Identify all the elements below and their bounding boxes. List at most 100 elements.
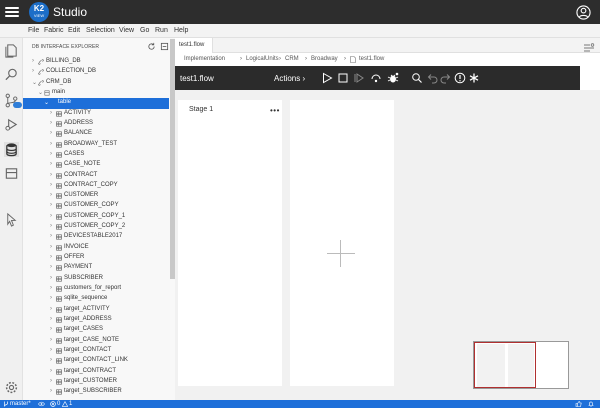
- breadcrumb-crm[interactable]: CRM: [285, 56, 299, 62]
- tree-item[interactable]: › target_CASE_NOTE: [23, 336, 169, 346]
- breadcrumb-broadway[interactable]: Broadway: [311, 56, 338, 62]
- breadcrumb-logicalunits[interactable]: LogicalUnits: [246, 56, 279, 62]
- chevron-down-icon[interactable]: ⌄: [44, 99, 49, 106]
- tree-item[interactable]: ⌄ main: [23, 88, 169, 98]
- chevron-right-icon[interactable]: ›: [50, 295, 52, 301]
- run-icon[interactable]: [321, 72, 333, 84]
- refresh-icon[interactable]: [147, 42, 156, 51]
- stop-icon[interactable]: [337, 72, 349, 84]
- tree-item[interactable]: › INVOICE: [23, 243, 169, 253]
- pointer-icon[interactable]: [4, 212, 19, 227]
- chevron-right-icon[interactable]: ›: [50, 244, 52, 250]
- asterisk-icon[interactable]: [468, 72, 480, 84]
- tree-item[interactable]: › CASES: [23, 150, 169, 160]
- menu-go[interactable]: Go: [140, 27, 149, 34]
- tree-item[interactable]: › CONTRACT_COPY: [23, 181, 169, 191]
- tree-item[interactable]: › target_CONTACT_LINK: [23, 356, 169, 366]
- step-over-icon[interactable]: [370, 72, 382, 84]
- minimap-viewport[interactable]: [474, 342, 536, 388]
- tree-item[interactable]: › BALANCE: [23, 129, 169, 139]
- tab-test1-flow[interactable]: test1.flow: [175, 38, 213, 53]
- menu-edit[interactable]: Edit: [68, 27, 80, 34]
- chevron-right-icon[interactable]: ›: [50, 110, 52, 116]
- files-icon[interactable]: [4, 43, 19, 58]
- error-count[interactable]: 0: [57, 400, 60, 408]
- search-icon[interactable]: [4, 67, 19, 82]
- branch-name[interactable]: master*: [10, 400, 31, 408]
- zoom-search-icon[interactable]: [411, 72, 423, 84]
- warning-icon[interactable]: [62, 401, 68, 407]
- menu-help[interactable]: Help: [174, 27, 188, 34]
- tree-item[interactable]: ⌄ table: [23, 98, 169, 109]
- chevron-right-icon[interactable]: ›: [32, 68, 34, 74]
- feedback-icon[interactable]: [575, 401, 582, 407]
- tree-item[interactable]: › target_SUBSCRIBER: [23, 387, 169, 397]
- chevron-right-icon[interactable]: ›: [50, 368, 52, 374]
- tree-item[interactable]: › target_CONTACT: [23, 346, 169, 356]
- chevron-right-icon[interactable]: ›: [50, 120, 52, 126]
- tree-item[interactable]: › CUSTOMER_COPY: [23, 201, 169, 211]
- tree-item[interactable]: › CASE_NOTE: [23, 160, 169, 170]
- chevron-right-icon[interactable]: ›: [50, 275, 52, 281]
- chevron-right-icon[interactable]: ›: [32, 58, 34, 64]
- chevron-down-icon[interactable]: ⌄: [38, 89, 43, 96]
- undo-icon[interactable]: [426, 72, 438, 84]
- collapse-all-icon[interactable]: [160, 42, 169, 51]
- tree-item[interactable]: › CONTRACT: [23, 171, 169, 181]
- notifications-bell-icon[interactable]: [588, 401, 594, 407]
- tree-item[interactable]: › ADDRESS: [23, 119, 169, 129]
- hamburger-menu-icon[interactable]: [5, 5, 19, 19]
- settings-gear-icon[interactable]: [4, 380, 19, 395]
- user-account-icon[interactable]: [576, 5, 591, 20]
- tree-item[interactable]: › sqlite_sequence: [23, 294, 169, 304]
- info-icon[interactable]: [454, 72, 466, 84]
- tree-item[interactable]: › target_CONTRACT: [23, 367, 169, 377]
- menu-file[interactable]: File: [28, 27, 39, 34]
- tree-item[interactable]: › DEVICESTABLE2017: [23, 232, 169, 242]
- chevron-right-icon[interactable]: ›: [50, 285, 52, 291]
- actions-button[interactable]: Actions ›: [274, 74, 305, 83]
- stage-title[interactable]: Stage 1: [189, 106, 213, 113]
- extensions-icon[interactable]: [4, 166, 19, 181]
- tree-item[interactable]: › target_CUSTOMER: [23, 377, 169, 387]
- step-icon[interactable]: [353, 72, 365, 84]
- chevron-right-icon[interactable]: ›: [50, 141, 52, 147]
- tree-item[interactable]: › CUSTOMER_COPY_2: [23, 222, 169, 232]
- chevron-right-icon[interactable]: ›: [50, 316, 52, 322]
- chevron-right-icon[interactable]: ›: [50, 213, 52, 219]
- chevron-right-icon[interactable]: ›: [50, 182, 52, 188]
- tree-item[interactable]: › BROADWAY_TEST: [23, 140, 169, 150]
- chevron-right-icon[interactable]: ›: [50, 337, 52, 343]
- tree-item[interactable]: › BILLING_DB: [23, 57, 169, 67]
- chevron-right-icon[interactable]: ›: [50, 130, 52, 136]
- eye-icon[interactable]: [38, 401, 45, 407]
- chevron-right-icon[interactable]: ›: [50, 347, 52, 353]
- chevron-down-icon[interactable]: ⌄: [32, 79, 37, 86]
- tree-item[interactable]: › target_ADDRESS: [23, 315, 169, 325]
- tree-item[interactable]: › SUBSCRIBER: [23, 274, 169, 284]
- add-stage-plus-icon[interactable]: [327, 253, 355, 254]
- menu-selection[interactable]: Selection: [86, 27, 115, 34]
- tree-item[interactable]: › ACTIVITY: [23, 109, 169, 119]
- chevron-right-icon[interactable]: ›: [50, 151, 52, 157]
- tree-item[interactable]: › target_ACTIVITY: [23, 305, 169, 315]
- breadcrumb-implementation[interactable]: Implementation: [184, 56, 225, 62]
- tree-item[interactable]: › CUSTOMER: [23, 191, 169, 201]
- chevron-right-icon[interactable]: ›: [50, 306, 52, 312]
- warning-count[interactable]: 1: [69, 400, 72, 408]
- chevron-right-icon[interactable]: ›: [50, 223, 52, 229]
- breadcrumb-file[interactable]: test1.flow: [359, 56, 384, 62]
- stage-menu-icon[interactable]: •••: [270, 106, 280, 115]
- chevron-right-icon[interactable]: ›: [50, 161, 52, 167]
- error-icon[interactable]: [50, 401, 56, 407]
- tree-item[interactable]: ⌄ CRM_DB: [23, 78, 169, 88]
- debug-icon[interactable]: [387, 72, 399, 84]
- database-icon[interactable]: [4, 142, 19, 157]
- redo-icon[interactable]: [440, 72, 452, 84]
- chevron-right-icon[interactable]: ›: [50, 192, 52, 198]
- chevron-right-icon[interactable]: ›: [50, 326, 52, 332]
- stage-column[interactable]: [178, 100, 282, 386]
- menu-fabric[interactable]: Fabric: [44, 27, 63, 34]
- empty-stage-column[interactable]: [290, 100, 394, 386]
- tree-item[interactable]: › COLLECTION_DB: [23, 67, 169, 77]
